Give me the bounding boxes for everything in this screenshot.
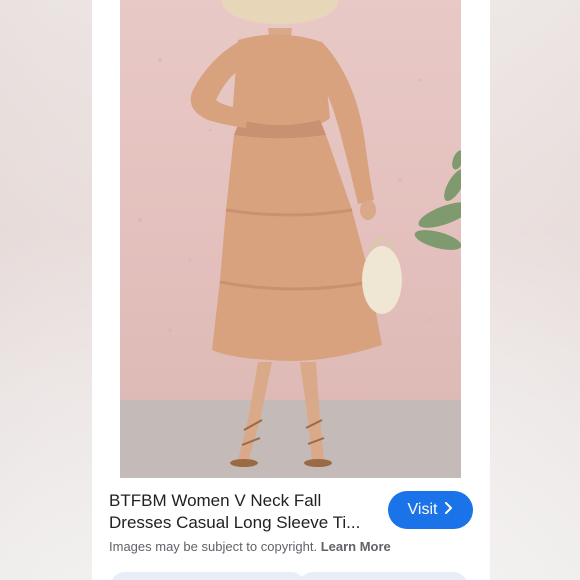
visit-button-label: Visit [407, 501, 438, 518]
result-title-line-1: BTFBM Women V Neck Fall [109, 491, 322, 510]
related-chip-2[interactable] [298, 572, 468, 580]
result-title-line-2: Dresses Casual Long Sleeve Ti... [109, 513, 361, 532]
chevron-right-icon [443, 501, 453, 519]
image-preview-card: BTFBM Women V Neck Fall Dresses Casual L… [92, 0, 490, 580]
copyright-text: Images may be subject to copyright. [109, 539, 321, 554]
result-title[interactable]: BTFBM Women V Neck Fall Dresses Casual L… [109, 490, 379, 534]
background-blur-left [0, 0, 92, 580]
learn-more-link[interactable]: Learn More [321, 539, 391, 554]
product-photo-illustration [120, 0, 461, 478]
related-chip-1[interactable] [110, 572, 306, 580]
product-image[interactable] [120, 0, 461, 478]
copyright-notice: Images may be subject to copyright. Lear… [109, 539, 391, 554]
background-blur-right [488, 0, 580, 580]
visit-button[interactable]: Visit [388, 491, 473, 529]
